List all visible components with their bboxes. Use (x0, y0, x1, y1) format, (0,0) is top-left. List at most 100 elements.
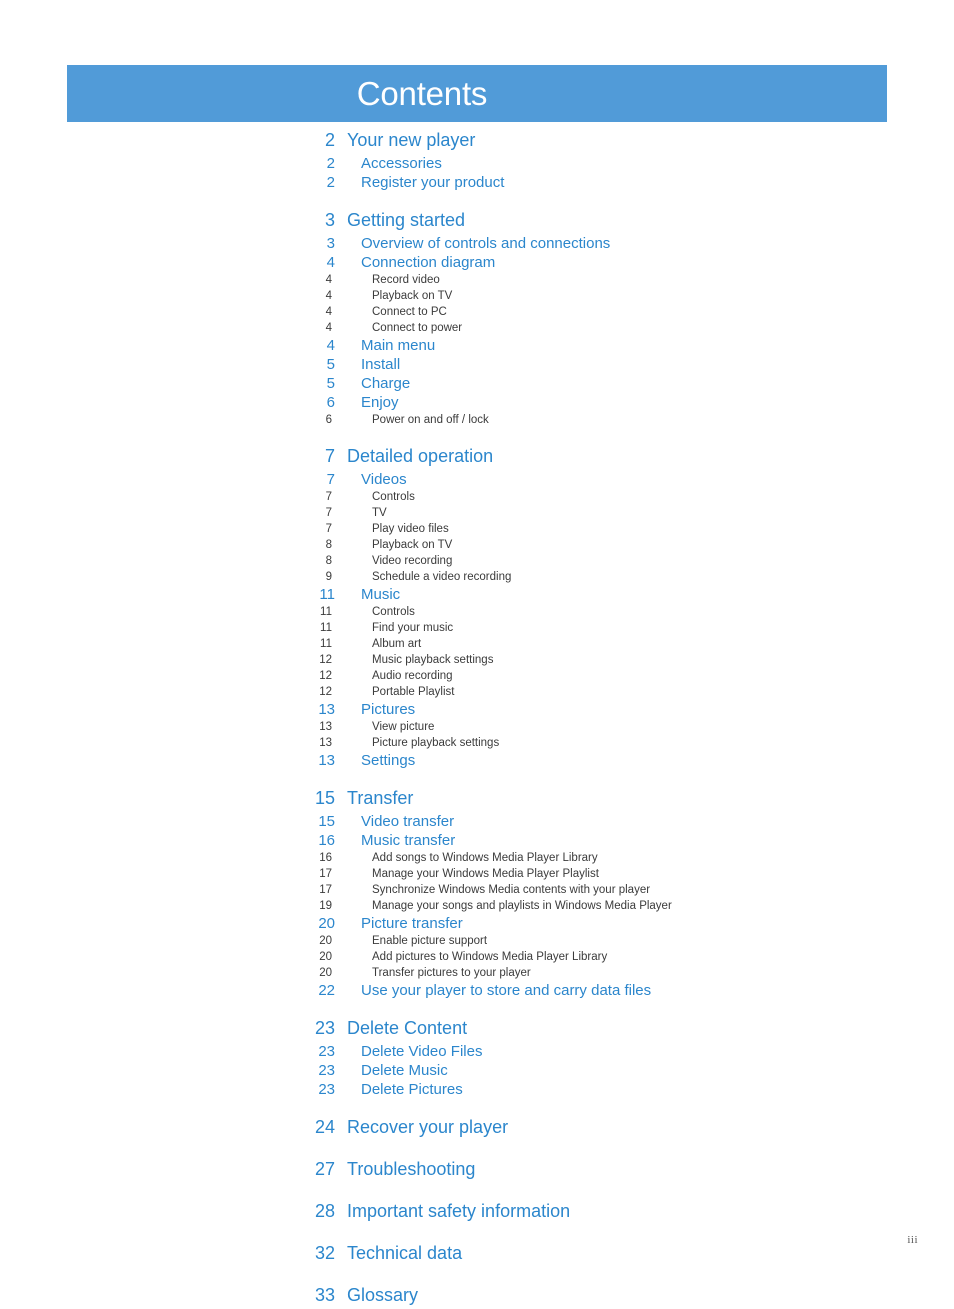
toc-entry-label: Power on and off / lock (372, 414, 489, 426)
toc-page-number: 7 (326, 471, 335, 488)
toc-entry-label: Overview of controls and connections (361, 235, 611, 252)
toc-entry-level-2[interactable]: 16 Music transfer (0, 831, 954, 850)
toc-entry-label: Your new player (347, 130, 476, 150)
toc-entry-label: Glossary (347, 1285, 419, 1305)
toc-entry-level-3[interactable]: 16 Add songs to Windows Media Player Libr… (0, 850, 954, 866)
toc-entry-level-3[interactable]: 17 Synchronize Windows Media contents wit… (0, 882, 954, 898)
toc-entry-level-1[interactable]: 2 Your new player (0, 126, 954, 154)
toc-entry-level-2[interactable]: 13 Settings (0, 751, 954, 770)
toc-entry-label: Picture playback settings (372, 737, 500, 749)
toc-entry-level-1[interactable]: 3 Getting started (0, 206, 954, 234)
toc-page-number: 17 (319, 884, 332, 896)
toc-entry-label: Music (361, 586, 401, 603)
toc-entry-level-3[interactable]: 6 Power on and off / lock (0, 412, 954, 428)
toc-entry-level-2[interactable]: 11 Music (0, 585, 954, 604)
toc-entry-label: Add songs to Windows Media Player Librar… (372, 852, 598, 864)
toc-entry-level-3[interactable]: 9 Schedule a video recording (0, 569, 954, 585)
toc-page-number: 12 (319, 670, 332, 682)
toc-entry-level-2[interactable]: 2 Register your product (0, 173, 954, 192)
toc-entry-level-3[interactable]: 7 Play video files (0, 521, 954, 537)
toc-page-number: 15 (318, 813, 335, 830)
toc-page-number: 20 (318, 915, 335, 932)
toc-entry-label: Music transfer (361, 832, 456, 849)
toc-entry-level-1[interactable]: 28 Important safety information (0, 1197, 954, 1225)
toc-entry-label: Connection diagram (361, 254, 496, 271)
toc-page-number: 7 (325, 491, 332, 503)
toc-entry-label: Connect to power (372, 322, 463, 334)
toc-entry-level-3[interactable]: 4 Record video (0, 272, 954, 288)
toc-page-number: 28 (314, 1201, 335, 1221)
toc-entry-level-2[interactable]: 6 Enjoy (0, 393, 954, 412)
toc-page-number: 24 (314, 1117, 335, 1137)
toc-entry-label: Charge (361, 375, 411, 392)
toc-page-number: 7 (325, 507, 332, 519)
toc-entry-level-1[interactable]: 33 Glossary (0, 1281, 954, 1309)
toc-entry-level-2[interactable]: 23 Delete Pictures (0, 1080, 954, 1099)
toc-entry-level-2[interactable]: 20 Picture transfer (0, 914, 954, 933)
toc-entry-level-3[interactable]: 11 Controls (0, 604, 954, 620)
toc-page-number: 32 (314, 1243, 335, 1263)
toc-page-number: 12 (319, 654, 332, 666)
toc-entry-level-3[interactable]: 4 Connect to power (0, 320, 954, 336)
toc-entry-level-3[interactable]: 8 Playback on TV (0, 537, 954, 553)
toc-entry-level-3[interactable]: 20 Transfer pictures to your player (0, 965, 954, 981)
toc-entry-level-3[interactable]: 13 View picture (0, 719, 954, 735)
toc-entry-level-3[interactable]: 12 Audio recording (0, 668, 954, 684)
toc-entry-level-2[interactable]: 23 Delete Music (0, 1061, 954, 1080)
toc-entry-level-3[interactable]: 7 Controls (0, 489, 954, 505)
toc-entry-label: Important safety information (347, 1201, 571, 1221)
toc-entry-level-2[interactable]: 2 Accessories (0, 154, 954, 173)
toc-entry-label: Play video files (372, 523, 449, 535)
toc-entry-level-2[interactable]: 4 Main menu (0, 336, 954, 355)
toc-page-number: 23 (314, 1018, 335, 1038)
toc-entry-level-3[interactable]: 20 Add pictures to Windows Media Player L… (0, 949, 954, 965)
toc-entry-level-2[interactable]: 3 Overview of controls and connections (0, 234, 954, 253)
toc-entry-level-2[interactable]: 22 Use your player to store and carry dat… (0, 981, 954, 1000)
toc-entry-level-2[interactable]: 23 Delete Video Files (0, 1042, 954, 1061)
toc-entry-level-2[interactable]: 5 Charge (0, 374, 954, 393)
toc-entry-level-3[interactable]: 12 Portable Playlist (0, 684, 954, 700)
toc-entry-level-2[interactable]: 5 Install (0, 355, 954, 374)
toc-entry-level-1[interactable]: 27 Troubleshooting (0, 1155, 954, 1183)
toc-entry-level-3[interactable]: 17 Manage your Windows Media Player Playl… (0, 866, 954, 882)
toc-page-number: 4 (325, 274, 332, 286)
toc-entry-label: Album art (372, 638, 422, 650)
toc-entry-level-1[interactable]: 15 Transfer (0, 784, 954, 812)
toc-entry-level-3[interactable]: 13 Picture playback settings (0, 735, 954, 751)
toc-entry-level-3[interactable]: 4 Connect to PC (0, 304, 954, 320)
toc-entry-level-3[interactable]: 20 Enable picture support (0, 933, 954, 949)
toc-entry-level-1[interactable]: 32 Technical data (0, 1239, 954, 1267)
toc-entry-level-3[interactable]: 19 Manage your songs and playlists in Win… (0, 898, 954, 914)
toc-entry-level-3[interactable]: 4 Playback on TV (0, 288, 954, 304)
toc-entry-level-3[interactable]: 12 Music playback settings (0, 652, 954, 668)
toc-page-number: 13 (319, 721, 332, 733)
toc-entry-level-2[interactable]: 7 Videos (0, 470, 954, 489)
toc-entry-level-2[interactable]: 4 Connection diagram (0, 253, 954, 272)
toc-page-number: 6 (326, 394, 335, 411)
toc-page-number: 23 (318, 1062, 335, 1079)
toc-entry-level-3[interactable]: 11 Album art (0, 636, 954, 652)
toc-entry-level-3[interactable]: 7 TV (0, 505, 954, 521)
toc-entry-label: Audio recording (372, 670, 453, 682)
toc-entry-label: Video transfer (361, 813, 455, 830)
toc-entry-label: Playback on TV (372, 539, 453, 551)
toc-page-number: 8 (325, 539, 332, 551)
toc-entry-label: Settings (361, 752, 416, 769)
toc-page-number: 9 (325, 571, 332, 583)
toc-entry-level-1[interactable]: 7 Detailed operation (0, 442, 954, 470)
toc-entry-label: Portable Playlist (372, 686, 455, 698)
toc-page-number: 11 (320, 622, 332, 634)
toc-entry-label: Recover your player (347, 1117, 509, 1137)
toc-entry-level-3[interactable]: 11 Find your music (0, 620, 954, 636)
toc-entry-label: Delete Music (361, 1062, 448, 1079)
toc-entry-label: Delete Content (347, 1018, 468, 1038)
toc-entry-level-2[interactable]: 15 Video transfer (0, 812, 954, 831)
toc-entry-level-3[interactable]: 8 Video recording (0, 553, 954, 569)
toc-entry-level-1[interactable]: 24 Recover your player (0, 1113, 954, 1141)
toc-entry-label: Transfer pictures to your player (372, 967, 531, 979)
toc-entry-label: Pictures (361, 701, 416, 718)
toc-page-number: 6 (325, 414, 332, 426)
toc-entry-level-1[interactable]: 23 Delete Content (0, 1014, 954, 1042)
toc-entry-level-2[interactable]: 13 Pictures (0, 700, 954, 719)
toc-page-number: 4 (325, 290, 332, 302)
